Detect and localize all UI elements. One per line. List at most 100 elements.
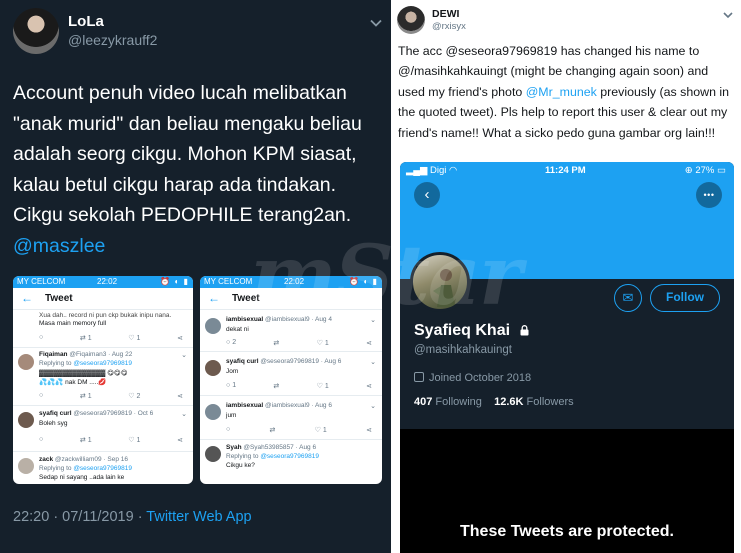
source-app-link[interactable]: Twitter Web App (146, 509, 251, 525)
reply-text: Jom (226, 368, 239, 375)
header-title: Tweet (45, 293, 73, 304)
followers-link[interactable]: 12.6K Followers (494, 396, 573, 408)
status-icons: ⏰ ◐ ▮ (160, 277, 189, 286)
like-count: ♡ 1 (316, 340, 329, 347)
tweet-text: The acc @seseora97969819 has changed his… (398, 41, 736, 143)
status-bar: MY CELCOM 22:02 ⏰ ◐ ▮ (200, 276, 382, 288)
retweet-count: ⇄ 1 (79, 335, 92, 342)
tweet-header: ← Tweet (200, 288, 382, 310)
author-name[interactable]: DEWI (432, 8, 459, 20)
tweet-actions: ○ ⇄ ♡ 1 ⋖ (226, 426, 372, 434)
reply-text: ▓▓▓▓▓▓▓▓▓▓▓▓▓▓ 😋😋😋 (39, 370, 128, 377)
chevron-down-icon: ⌄ (370, 359, 376, 366)
chevron-down-icon: ⌄ (370, 403, 376, 410)
reply-text: 💦💦💦 nak DM .....💋 (39, 379, 107, 386)
author-name[interactable]: LoLa (68, 13, 104, 30)
protected-notice: These Tweets are protected. (460, 523, 674, 540)
list-item: iambisexual @iambisexual9 · Aug 4 ⌄ deka… (200, 310, 382, 352)
avatar[interactable] (13, 8, 59, 54)
tweet-text: Account penuh video lucah melibatkan "an… (13, 78, 383, 261)
avatar (205, 446, 221, 462)
reply-count: ○ 1 (226, 382, 237, 389)
share-icon: ⋖ (366, 383, 372, 390)
reply-author: syafiq curl @seseora97969819 · Oct 6 (39, 410, 154, 417)
like-count: ♡ 1 (316, 383, 329, 390)
tweet-actions: ○ ⇄ 1 ♡ 2 ⋖ (39, 392, 183, 400)
mention-link[interactable]: @maszlee (13, 235, 105, 257)
reply-text: Boleh syg (39, 420, 68, 427)
carrier-label: MY CELCOM (17, 277, 66, 286)
share-icon: ⋖ (177, 393, 183, 400)
profile-picture[interactable] (410, 252, 470, 312)
author-handle[interactable]: @leezykrauff2 (68, 32, 157, 48)
left-tweet: LoLa @leezykrauff2 Account penuh video l… (0, 0, 391, 553)
profile-name: Syafieq Khai (414, 322, 530, 340)
tweet-timestamp[interactable]: 22:20 · 07/11/2019 · (13, 509, 146, 525)
attached-image[interactable]: ▂▄▆ Digi ◠ 11:24 PM ⊕ 27% ▭ ‹ ••• ✉ Foll… (400, 162, 734, 553)
share-icon: ⋖ (366, 340, 372, 347)
back-button[interactable]: ‹ (414, 182, 440, 208)
replying-to: Replying to @seseora97969819 (226, 453, 319, 460)
reply-icon: ○ (39, 436, 44, 443)
status-icons: ⏰ ◐ ▮ (349, 277, 378, 286)
reply-icon: ○ (39, 392, 44, 399)
reply-author: iambisexual @iambisexual9 · Aug 6 (226, 402, 332, 409)
avatar (18, 354, 34, 370)
chevron-down-icon: ⌄ (181, 352, 187, 359)
list-item: Syah @Syah53985857 · Aug 6 Replying to @… (200, 440, 382, 484)
avatar (205, 360, 221, 376)
status-bar: MY CELCOM 22:02 ⏰ ◐ ▮ (13, 276, 193, 288)
list-item: Fiqaiman @Fiqaiman3 · Aug 22 ⌄ Replying … (13, 348, 193, 406)
calendar-icon (414, 372, 424, 382)
status-time: 11:24 PM (545, 165, 586, 176)
carrier-label: MY CELCOM (204, 277, 253, 286)
retweet-count: ⇄ 1 (79, 437, 92, 444)
chevron-down-icon: ⌄ (181, 411, 187, 418)
chevron-down-icon[interactable] (722, 9, 734, 21)
message-button[interactable]: ✉ (614, 284, 642, 312)
tweet-actions: ○ ⇄ 1 ♡ 1 ⋖ (39, 436, 183, 444)
attached-image-2[interactable]: MY CELCOM 22:02 ⏰ ◐ ▮ ← Tweet iambisexua… (200, 276, 382, 484)
list-item: syafiq curl @seseora97969819 · Oct 6 ⌄ B… (13, 406, 193, 452)
like-count: ♡ 1 (128, 437, 141, 444)
status-time: 22:02 (284, 277, 305, 286)
tweet-snippet: Xua dah.. record ni pun ckp bukak inipu … (39, 312, 172, 319)
more-options-button[interactable]: ••• (696, 182, 722, 208)
tweet-body: Account penuh video lucah melibatkan "an… (13, 82, 362, 226)
profile-handle: @masihkahkauingt (414, 344, 512, 356)
author-handle[interactable]: @rxisyx (432, 21, 466, 32)
reply-icon: ○ (39, 334, 44, 341)
battery-label: ⊕ 27% ▭ (684, 165, 726, 176)
reply-text: dekat ni (226, 326, 249, 333)
following-link[interactable]: 407 Following (414, 396, 482, 408)
avatar (205, 404, 221, 420)
attached-image-1[interactable]: MY CELCOM 22:02 ⏰ ◐ ▮ ← Tweet Xua dah.. … (13, 276, 193, 484)
mention-link[interactable]: @Mr_munek (526, 85, 597, 99)
back-arrow-icon: ← (21, 291, 33, 305)
avatar[interactable] (397, 6, 425, 34)
list-item: syafiq curl @seseora97969819 · Aug 6 ⌄ J… (200, 352, 382, 396)
share-icon: ⋖ (366, 427, 372, 434)
reply-text: Cikgu ke? (226, 462, 255, 469)
tweet-footer: 22:20 · 07/11/2019 · Twitter Web App (13, 509, 252, 525)
avatar (18, 458, 34, 474)
retweet-icon: ⇄ (273, 340, 280, 347)
lock-icon (520, 325, 529, 336)
status-time: 22:02 (97, 277, 118, 286)
replying-to: Replying to @seseora97969819 (39, 360, 132, 367)
chevron-down-icon[interactable] (369, 16, 383, 30)
avatar (205, 318, 221, 334)
retweet-icon: ⇄ (269, 427, 276, 434)
follow-button[interactable]: Follow (650, 284, 720, 312)
reply-author: syafiq curl @seseora97969819 · Aug 6 (226, 358, 342, 365)
reply-author: Syah @Syah53985857 · Aug 6 (226, 444, 317, 451)
status-bar: ▂▄▆ Digi ◠ 11:24 PM ⊕ 27% ▭ (400, 162, 734, 179)
list-item: zack @zackwilliam09 · Sep 16 Replying to… (13, 452, 193, 484)
share-icon: ⋖ (177, 335, 183, 342)
joined-date: Joined October 2018 (414, 372, 531, 384)
reply-author: iambisexual @iambisexual9 · Aug 4 (226, 316, 332, 323)
chevron-down-icon: ⌄ (370, 317, 376, 324)
like-count: ♡ 2 (128, 393, 141, 400)
tweet-actions: ○ 1 ⇄ ♡ 1 ⋖ (226, 382, 372, 390)
reply-count: ○ 2 (226, 339, 237, 346)
